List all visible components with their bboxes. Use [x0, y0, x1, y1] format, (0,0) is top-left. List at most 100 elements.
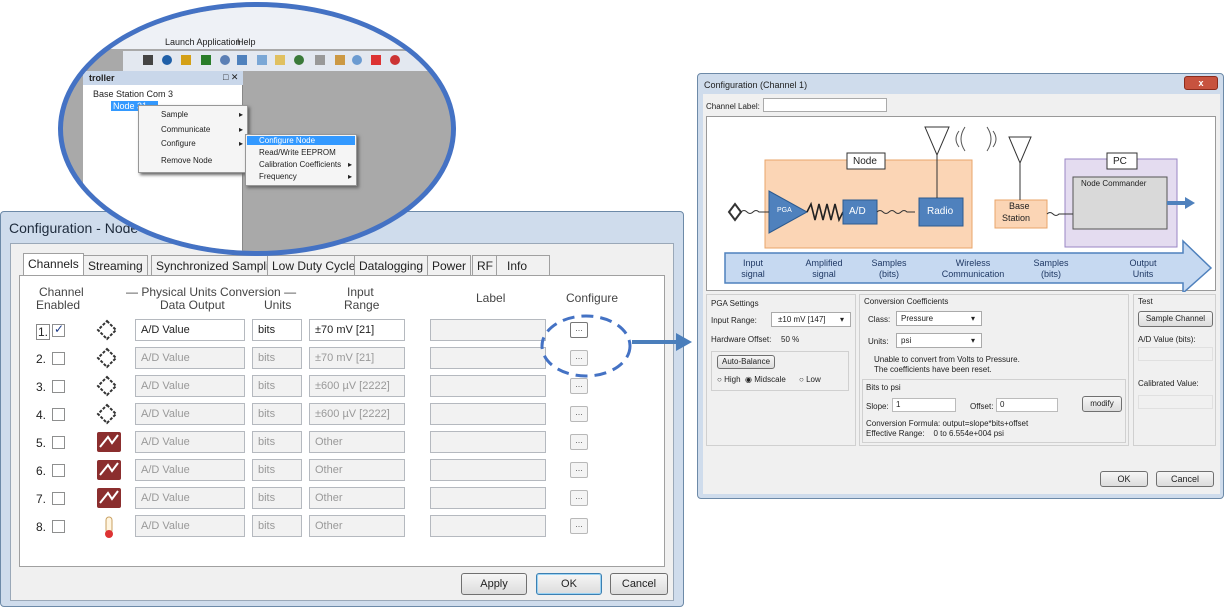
signal-diagram: Node PC Node Commander PGA A/D Radio Bas… — [706, 116, 1216, 295]
menu-item-sample[interactable]: Sample — [161, 110, 188, 119]
units-field[interactable]: bits — [252, 487, 302, 509]
channel-enabled-checkbox[interactable] — [52, 464, 65, 477]
test-title: Test — [1138, 297, 1153, 306]
label-field[interactable] — [430, 487, 546, 509]
label-field[interactable] — [430, 459, 546, 481]
conversion-group: Conversion Coefficients Class: Pressure … — [859, 294, 1129, 446]
tab-info[interactable]: Info — [496, 255, 550, 275]
label-field[interactable] — [430, 515, 546, 537]
menu-launch-application[interactable]: Launch Application — [165, 37, 241, 47]
radio-midscale[interactable]: ◉ Midscale — [745, 375, 786, 384]
menu-item-communicate[interactable]: Communicate — [161, 125, 210, 134]
label-field[interactable] — [430, 375, 546, 397]
units-field[interactable]: bits — [252, 515, 302, 537]
cancel-button[interactable]: Cancel — [610, 573, 668, 595]
channel-enabled-checkbox[interactable] — [52, 436, 65, 449]
header-units: Units — [264, 298, 292, 312]
channel-enabled-checkbox[interactable]: ✓ — [52, 322, 65, 337]
toolbar — [123, 51, 456, 71]
channel-enabled-checkbox[interactable] — [52, 380, 65, 393]
input-range-field[interactable]: ±600 µV [2222] — [309, 375, 405, 397]
units-select[interactable]: psi ▾ — [896, 333, 982, 348]
input-range-field[interactable]: Other — [309, 487, 405, 509]
tab-channels[interactable]: Channels — [23, 253, 84, 276]
units-field[interactable]: bits — [252, 403, 302, 425]
radio-low[interactable]: ○ Low — [799, 375, 821, 384]
input-range-field[interactable]: ±600 µV [2222] — [309, 403, 405, 425]
units-field[interactable]: bits — [252, 319, 302, 341]
ok-button[interactable]: OK — [536, 573, 602, 595]
tab-datalogging[interactable]: Datalogging — [354, 255, 429, 275]
input-range-field[interactable]: Other — [309, 431, 405, 453]
submenu-read-write-eeprom[interactable]: Read/Write EEPROM — [259, 148, 336, 157]
label-field[interactable] — [430, 403, 546, 425]
channel-enabled-checkbox[interactable] — [52, 492, 65, 505]
data-output-field[interactable]: A/D Value — [135, 347, 245, 369]
tab-low-duty-cycle[interactable]: Low Duty Cycle — [267, 255, 361, 275]
units-field[interactable]: bits — [252, 431, 302, 453]
data-output-field[interactable]: A/D Value — [135, 515, 245, 537]
sensor-chip-icon — [96, 375, 118, 400]
menu-help[interactable]: Help — [237, 37, 256, 47]
units-field[interactable]: bits — [252, 375, 302, 397]
submenu-calibration[interactable]: Calibration Coefficients — [259, 160, 341, 169]
configure-channel-button[interactable]: ... — [570, 406, 588, 422]
data-output-field[interactable]: A/D Value — [135, 487, 245, 509]
tab-power[interactable]: Power — [427, 255, 472, 275]
configure-channel-button[interactable]: ... — [570, 434, 588, 450]
auto-balance-button[interactable]: Auto-Balance — [717, 355, 775, 369]
modify-button[interactable]: modify — [1082, 396, 1122, 412]
label-field[interactable] — [430, 431, 546, 453]
conversion-title: Conversion Coefficients — [864, 297, 949, 306]
channel-config-window: Configuration (Channel 1) x Channel Labe… — [697, 73, 1224, 499]
submenu-configure-node[interactable]: Configure Node — [247, 136, 355, 145]
tab-streaming[interactable]: Streaming — [83, 255, 148, 275]
units-field[interactable]: bits — [252, 459, 302, 481]
input-range-field[interactable]: ±70 mV [21] — [309, 347, 405, 369]
units-field[interactable]: bits — [252, 347, 302, 369]
data-output-field[interactable]: A/D Value — [135, 459, 245, 481]
input-range-field[interactable]: ±70 mV [21] — [309, 319, 405, 341]
apply-button[interactable]: Apply — [461, 573, 527, 595]
slope-input[interactable]: 1 — [892, 398, 956, 412]
radio-high[interactable]: ○ High — [717, 375, 741, 384]
channel-enabled-checkbox[interactable] — [52, 408, 65, 421]
offset-label: Offset: — [970, 402, 994, 411]
channel-number: 4. — [36, 408, 47, 422]
toolbar-icons[interactable] — [123, 51, 456, 71]
data-output-field[interactable]: A/D Value — [135, 319, 245, 341]
configure-channel-button[interactable]: ... — [570, 462, 588, 478]
calibrated-field — [1138, 395, 1213, 409]
label-field[interactable] — [430, 319, 546, 341]
offset-input[interactable]: 0 — [996, 398, 1058, 412]
channel-number: 1. — [36, 324, 51, 340]
header-label: Label — [476, 291, 506, 305]
cancel-button[interactable]: Cancel — [1156, 471, 1214, 487]
ad-value-field — [1138, 347, 1213, 361]
input-range-field[interactable]: Other — [309, 515, 405, 537]
node-config-window: Configuration - Node 372 Channels Stream… — [0, 211, 684, 607]
ok-button[interactable]: OK — [1100, 471, 1148, 487]
data-output-field[interactable]: A/D Value — [135, 375, 245, 397]
window-body: Channel Label: Node PC Node Commander PG… — [703, 94, 1220, 494]
class-select[interactable]: Pressure ▾ — [896, 311, 982, 326]
strain-gauge-icon — [96, 487, 122, 512]
data-output-field[interactable]: A/D Value — [135, 431, 245, 453]
input-range-field[interactable]: Other — [309, 459, 405, 481]
close-button[interactable]: x — [1184, 76, 1218, 90]
channel-enabled-checkbox[interactable] — [52, 352, 65, 365]
menu-item-remove-node[interactable]: Remove Node — [161, 156, 212, 165]
label-field[interactable] — [430, 347, 546, 369]
tree-base-station[interactable]: Base Station Com 3 — [93, 89, 173, 99]
sample-channel-button[interactable]: Sample Channel — [1138, 311, 1213, 327]
menu-item-configure[interactable]: Configure — [161, 139, 196, 148]
close-icon[interactable]: □ ✕ — [223, 72, 238, 83]
input-range-select[interactable]: ±10 mV [147] ▾ — [771, 312, 851, 327]
data-output-field[interactable]: A/D Value — [135, 403, 245, 425]
configure-channel-button[interactable]: ... — [570, 518, 588, 534]
submenu-frequency[interactable]: Frequency — [259, 172, 297, 181]
configure-channel-button[interactable]: ... — [570, 490, 588, 506]
slope-value: 1 — [896, 400, 901, 409]
channel-enabled-checkbox[interactable] — [52, 520, 65, 533]
channel-label-input[interactable] — [763, 98, 887, 112]
